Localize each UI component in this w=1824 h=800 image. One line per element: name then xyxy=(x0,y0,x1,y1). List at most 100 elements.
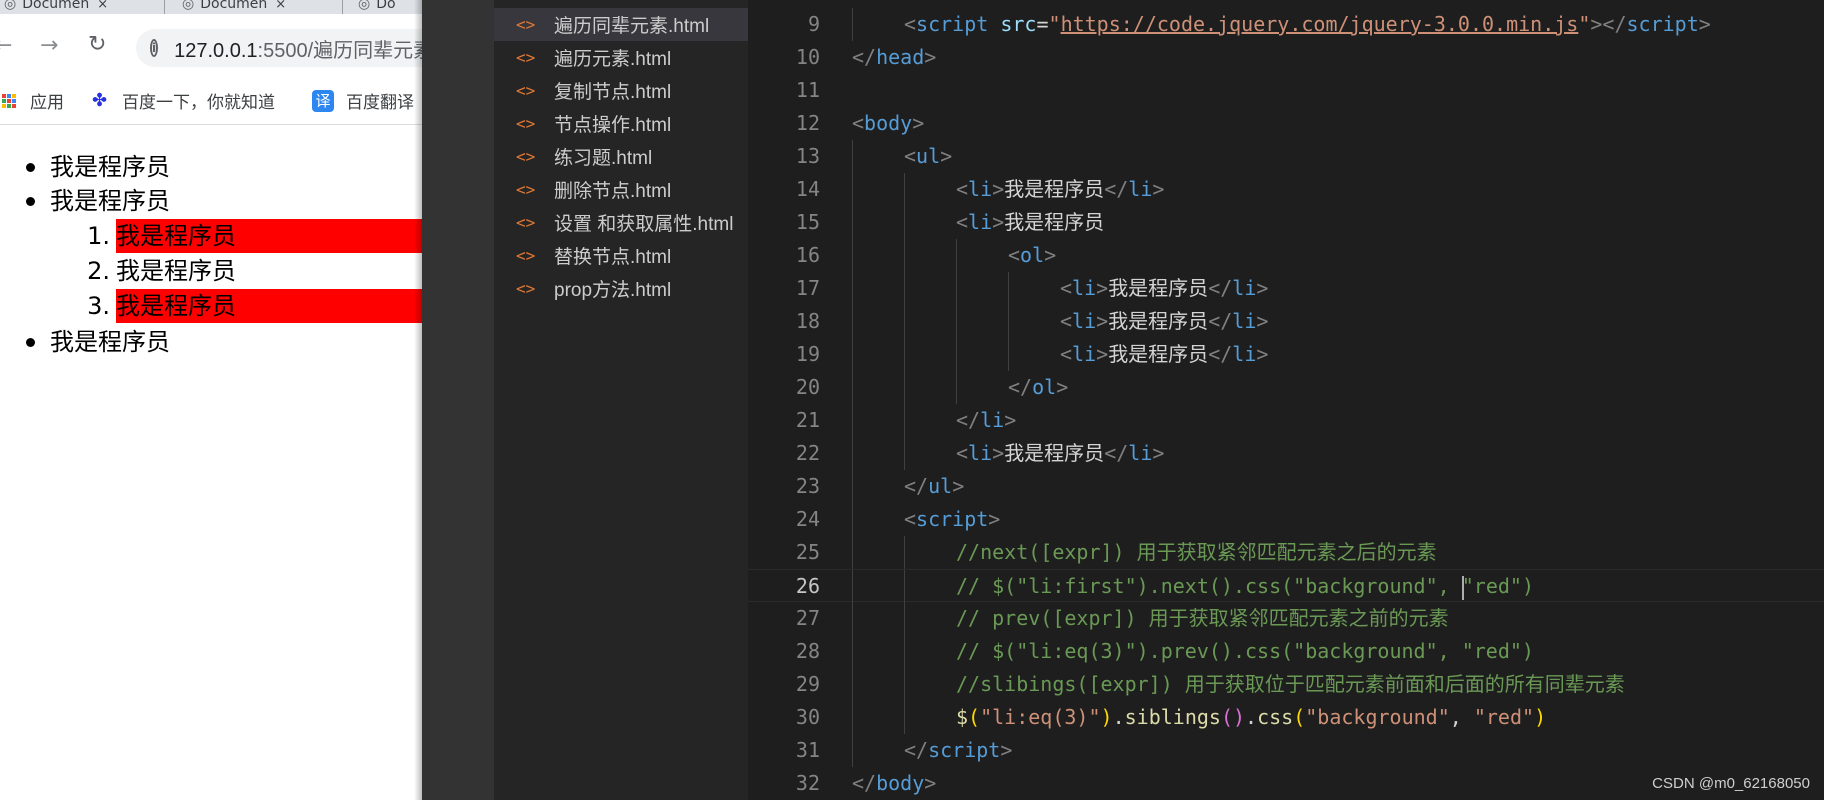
code-line[interactable]: 28 // $("li:eq(3)").prev().css("backgroun… xyxy=(748,635,1824,668)
line-number: 12 xyxy=(795,111,820,135)
file-name: 练习题.html xyxy=(554,148,653,169)
bookmark-apps[interactable]: 应用 xyxy=(2,88,64,113)
code-token: > xyxy=(1044,243,1057,267)
address-url[interactable]: 127.0.0.1:5500/遍历同辈元素.html xyxy=(174,34,422,63)
browser-tab[interactable]: ◎ Documen × xyxy=(4,0,108,14)
code-line[interactable]: 11 xyxy=(748,74,1824,107)
tab-separator xyxy=(342,0,343,14)
code-line[interactable]: 19 <li>我是程序员</li> xyxy=(748,338,1824,371)
tab-title: Documen xyxy=(22,0,90,12)
line-number: 13 xyxy=(795,144,820,168)
html-file-icon: <> xyxy=(516,114,536,133)
forward-arrow-icon[interactable]: → xyxy=(40,35,58,57)
file-item[interactable]: <> 练习题.html xyxy=(494,140,748,173)
code-token: > xyxy=(924,771,937,795)
back-arrow-icon[interactable]: ← xyxy=(0,35,12,57)
line-number: 24 xyxy=(795,507,820,531)
line-number: 27 xyxy=(795,606,820,630)
code-line[interactable]: 20 </ol> xyxy=(748,371,1824,404)
code-token: > xyxy=(1096,342,1109,366)
indent-guide xyxy=(904,239,905,272)
indent-guide xyxy=(904,173,905,206)
indent-guide xyxy=(956,239,957,272)
code-line[interactable]: 10 </head> xyxy=(748,41,1824,74)
address-bar[interactable]: i 127.0.0.1:5500/遍历同辈元素.html xyxy=(136,29,422,67)
indent-guide xyxy=(904,536,905,569)
code-line[interactable]: 21 </li> xyxy=(748,404,1824,437)
code-token: > xyxy=(940,144,953,168)
close-icon[interactable]: × xyxy=(275,0,286,12)
code-token: < xyxy=(1060,342,1073,366)
code-token: ul xyxy=(928,474,953,498)
bookmark-baidu[interactable]: ✤ 百度一下，你就知道 xyxy=(92,88,275,113)
file-item[interactable]: <> 遍历元素.html xyxy=(494,41,748,74)
code-token: script xyxy=(928,738,1001,762)
code-line[interactable]: 12 <body> xyxy=(748,107,1824,140)
highlighted-item-text: 我是程序员 xyxy=(116,219,422,253)
browser-tab[interactable]: ◎ Do xyxy=(358,0,396,14)
code-token: css xyxy=(1257,705,1294,729)
file-item[interactable]: <> 节点操作.html xyxy=(494,107,748,140)
file-item[interactable]: <> prop方法.html xyxy=(494,272,748,305)
file-item[interactable]: <> 删除节点.html xyxy=(494,173,748,206)
reload-icon[interactable]: ↻ xyxy=(88,34,106,56)
code-token: // $("li:first").next().css("background"… xyxy=(956,574,1462,598)
bullet-marker xyxy=(26,197,35,206)
code-token: > xyxy=(1152,177,1165,201)
file-item[interactable]: <> 设置 和获取属性.html xyxy=(494,206,748,239)
bookmark-label: 百度翻译 xyxy=(346,93,414,113)
file-name: 复制节点.html xyxy=(554,82,672,103)
code-line[interactable]: 27 // prev([expr]) 用于获取紧邻匹配元素之前的元素 xyxy=(748,602,1824,635)
code-token: ( xyxy=(968,705,981,729)
code-token: li xyxy=(1232,342,1257,366)
html-file-icon: <> xyxy=(516,279,536,298)
browser-tab[interactable]: ◎ Documen × xyxy=(182,0,286,14)
code-line[interactable]: 15 <li>我是程序员 xyxy=(748,206,1824,239)
code-line[interactable]: 24 <script> xyxy=(748,503,1824,536)
code-token: ></ xyxy=(1590,12,1627,36)
code-line[interactable]: 18 <li>我是程序员</li> xyxy=(748,305,1824,338)
code-line[interactable]: 9 <script src="https://code.jquery.com/jq… xyxy=(748,8,1824,41)
indent-guide xyxy=(852,701,853,734)
globe-icon: ◎ xyxy=(182,0,195,12)
indent-guide xyxy=(852,536,853,569)
code-line[interactable]: 26 // $("li:first").next().css("backgroun… xyxy=(748,569,1824,603)
file-item[interactable]: <> 复制节点.html xyxy=(494,74,748,107)
code-line[interactable]: 16 <ol> xyxy=(748,239,1824,272)
code-token: "li:eq(3)" xyxy=(980,705,1101,729)
close-icon[interactable]: × xyxy=(97,0,108,12)
code-line[interactable]: 30 $("li:eq(3)").siblings().css("backgrou… xyxy=(748,701,1824,734)
code-token: > xyxy=(1004,408,1017,432)
code-token: // $("li:eq(3)").prev().css("background"… xyxy=(956,639,1534,663)
file-item[interactable]: <> 遍历同辈元素.html xyxy=(494,8,748,41)
indent-guide xyxy=(904,701,905,734)
code-line[interactable]: 23 </ul> xyxy=(748,470,1824,503)
code-token: < xyxy=(904,12,917,36)
indent-guide xyxy=(904,272,905,305)
html-file-icon: <> xyxy=(516,81,536,100)
code-line[interactable]: 14 <li>我是程序员</li> xyxy=(748,173,1824,206)
bookmark-fanyi[interactable]: 译 百度翻译 xyxy=(312,88,414,113)
code-line[interactable]: 31 </script> xyxy=(748,734,1824,767)
code-line[interactable]: 17 <li>我是程序员</li> xyxy=(748,272,1824,305)
code-token: () xyxy=(1220,705,1246,729)
code-line[interactable]: 25 //next([expr]) 用于获取紧邻匹配元素之后的元素 xyxy=(748,536,1824,569)
site-info-icon[interactable]: i xyxy=(150,39,159,57)
indent-guide xyxy=(852,371,853,404)
code-line[interactable]: 29 //slibings([expr]) 用于获取位于匹配元素前面和后面的所有同… xyxy=(748,668,1824,701)
code-editor[interactable]: 9 <script src="https://code.jquery.com/jq… xyxy=(748,0,1824,800)
code-line[interactable]: 13 <ul> xyxy=(748,140,1824,173)
indent-guide xyxy=(852,404,853,437)
ordered-list-item: 2. 我是程序员 xyxy=(0,254,422,288)
code-token: " xyxy=(1578,12,1591,36)
highlighted-item-text: 我是程序员 xyxy=(116,289,422,323)
code-line[interactable]: 22 <li>我是程序员</li> xyxy=(748,437,1824,470)
indent-guide xyxy=(904,206,905,239)
tab-strip: ◎ Documen × ◎ Documen × ◎ Do xyxy=(0,0,422,14)
file-name: 设置 和获取属性.html xyxy=(554,214,734,235)
file-item[interactable]: <> 替换节点.html xyxy=(494,239,748,272)
code-token: head xyxy=(876,45,925,69)
code-text: <li>我是程序员 xyxy=(956,206,1104,239)
code-token: < xyxy=(904,507,917,531)
